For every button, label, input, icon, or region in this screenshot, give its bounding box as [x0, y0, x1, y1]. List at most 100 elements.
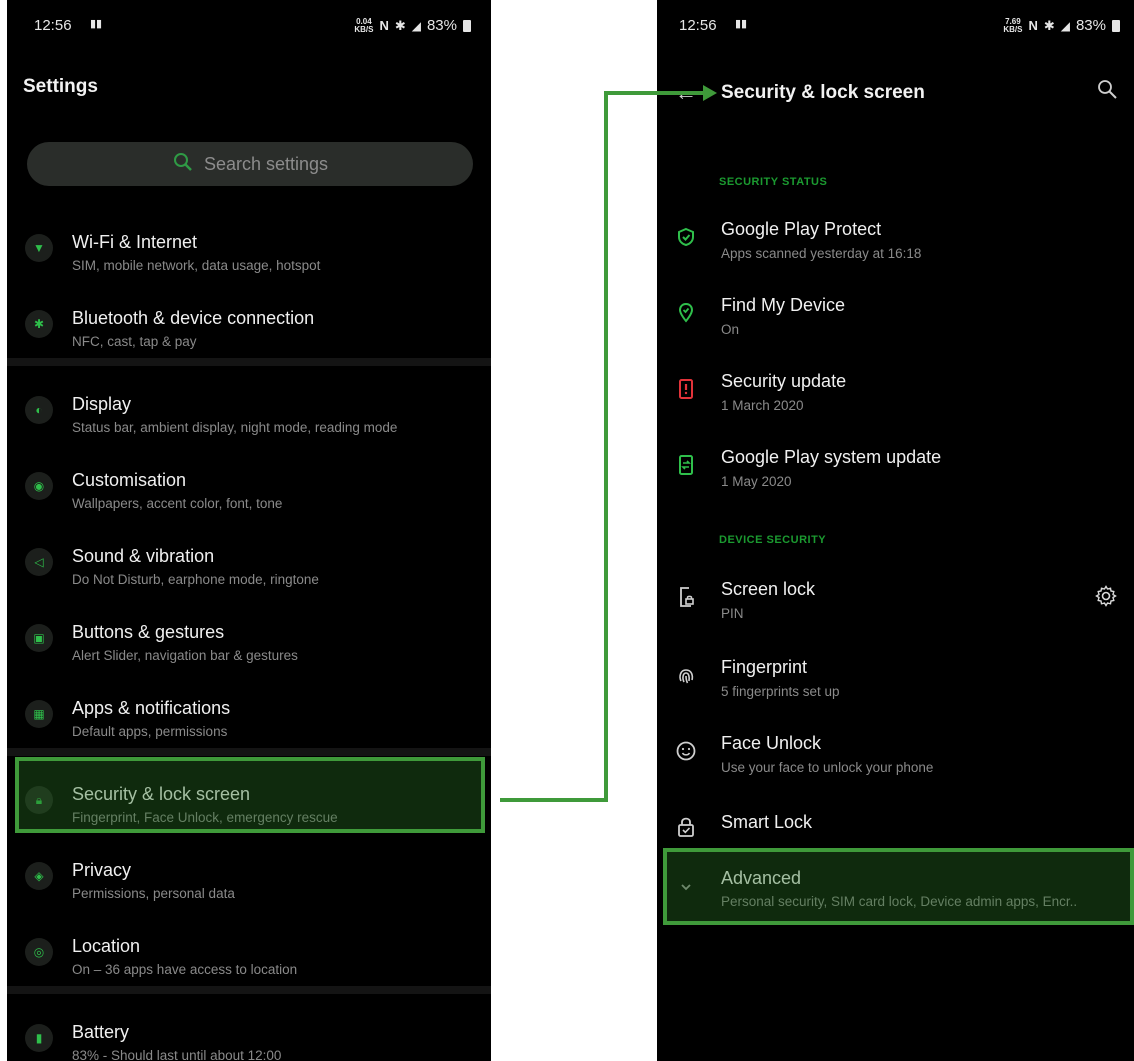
fingerprint-icon	[673, 662, 699, 688]
search-placeholder: Search settings	[203, 153, 329, 174]
gear-icon[interactable]	[1094, 584, 1118, 613]
item-title: Apps & notifications	[72, 698, 231, 718]
item-subtitle: SIM, mobile network, data usage, hotspot	[72, 258, 321, 273]
battery-percent: 83%	[1075, 17, 1106, 34]
status-time: 12:56	[679, 17, 717, 34]
search-input[interactable]: Search settings	[27, 142, 473, 186]
battery-icon: ▮	[25, 1024, 53, 1052]
item-subtitle: PIN	[721, 606, 744, 621]
item-subtitle: Do Not Disturb, earphone mode, ringtone	[72, 572, 319, 587]
display-icon: ◐	[25, 396, 53, 424]
status-bar: 12:56 ▮▮ 7.69 KB/S N ✱ ◢ 83%	[657, 14, 1134, 38]
divider	[7, 748, 491, 756]
item-title: Bluetooth & device connection	[72, 308, 315, 328]
section-header-device-security: DEVICE SECURITY	[719, 534, 827, 546]
item-subtitle: 1 March 2020	[721, 398, 804, 413]
item-title: Wi-Fi & Internet	[72, 232, 198, 252]
status-indicators: 7.69 KB/S N ✱ ◢ 83%	[1003, 17, 1120, 34]
status-time: 12:56	[34, 17, 72, 34]
bluetooth-status-icon: ✱	[1043, 17, 1055, 33]
item-title: Fingerprint	[721, 657, 808, 677]
item-subtitle: Default apps, permissions	[72, 724, 228, 739]
app-bar: ← Security & lock screen	[657, 76, 1134, 112]
shield-check-icon	[673, 224, 699, 250]
battery-status-icon	[463, 19, 471, 32]
smart-lock-icon	[673, 814, 699, 840]
face-icon	[673, 738, 699, 764]
item-subtitle: 1 May 2020	[721, 474, 792, 489]
item-subtitle: On	[721, 322, 740, 337]
item-title: Security update	[721, 371, 847, 391]
page-title: Settings	[23, 76, 98, 97]
item-title: Find My Device	[721, 295, 846, 315]
item-find-my-device[interactable]: Find My Device On	[657, 286, 1134, 350]
page-title: Security & lock screen	[721, 82, 925, 103]
settings-item-wifi[interactable]: ▼ Wi-Fi & Internet SIM, mobile network, …	[7, 220, 491, 284]
item-title: Screen lock	[721, 579, 816, 599]
item-title: Sound & vibration	[72, 546, 215, 566]
item-subtitle: On – 36 apps have access to location	[72, 962, 298, 977]
speaker-icon: ◁	[25, 548, 53, 576]
item-subtitle: 83% - Should last until about 12:00	[72, 1048, 282, 1061]
location-pin-icon	[673, 300, 699, 326]
settings-item-bluetooth[interactable]: ✱ Bluetooth & device connection NFC, cas…	[7, 296, 491, 360]
network-speed: 7.69 KB/S	[1003, 16, 1023, 34]
nfc-icon: N	[1028, 18, 1038, 33]
phone-alert-icon	[673, 376, 699, 402]
phone-sync-icon	[673, 452, 699, 478]
settings-screen: 12:56 ▮▮ 0.04 KB/S N ✱ ◢ 83% Settings Sea…	[7, 0, 491, 1061]
item-title: Google Play system update	[721, 447, 942, 467]
settings-item-apps[interactable]: ▦ Apps & notifications Default apps, per…	[7, 686, 491, 750]
settings-item-display[interactable]: ◐ Display Status bar, ambient display, n…	[7, 382, 491, 446]
bluetooth-status-icon: ✱	[394, 17, 406, 33]
settings-item-sound[interactable]: ◁ Sound & vibration Do Not Disturb, earp…	[7, 534, 491, 598]
settings-item-privacy[interactable]: ◈ Privacy Permissions, personal data	[7, 848, 491, 912]
item-title: Smart Lock	[721, 812, 813, 832]
highlight-advanced-item	[663, 848, 1134, 925]
item-title: Display	[72, 394, 132, 414]
settings-item-customisation[interactable]: ◉ Customisation Wallpapers, accent color…	[7, 458, 491, 522]
settings-item-battery[interactable]: ▮ Battery 83% - Should last until about …	[7, 1010, 491, 1061]
item-subtitle: Alert Slider, navigation bar & gestures	[72, 648, 298, 663]
item-google-play-system-update[interactable]: Google Play system update 1 May 2020	[657, 438, 1134, 502]
wifi-icon: ▼	[25, 234, 53, 262]
battery-percent: 83%	[426, 17, 457, 34]
item-face-unlock[interactable]: Face Unlock Use your face to unlock your…	[657, 724, 1134, 788]
battery-status-icon	[1112, 19, 1120, 32]
screen-lock-icon	[673, 584, 699, 610]
gesture-icon: ▣	[25, 624, 53, 652]
status-bar: 12:56 ▮▮ 0.04 KB/S N ✱ ◢ 83%	[7, 14, 491, 38]
item-subtitle: Status bar, ambient display, night mode,…	[72, 420, 398, 435]
settings-item-buttons[interactable]: ▣ Buttons & gestures Alert Slider, navig…	[7, 610, 491, 674]
item-title: Customisation	[72, 470, 187, 490]
item-title: Google Play Protect	[721, 219, 882, 239]
cell-signal-icon: ◢	[411, 18, 421, 33]
item-screen-lock[interactable]: Screen lock PIN	[657, 570, 1134, 634]
divider	[7, 986, 491, 994]
item-subtitle: NFC, cast, tap & pay	[72, 334, 197, 349]
item-google-play-protect[interactable]: Google Play Protect Apps scanned yesterd…	[657, 210, 1134, 274]
shield-icon: ◈	[25, 862, 53, 890]
item-title: Location	[72, 936, 141, 956]
item-title: Battery	[72, 1022, 130, 1042]
item-subtitle: Use your face to unlock your phone	[721, 760, 934, 775]
item-subtitle: 5 fingerprints set up	[721, 684, 840, 699]
item-subtitle: Apps scanned yesterday at 16:18	[721, 246, 922, 261]
highlight-security-item	[15, 757, 485, 833]
back-arrow-icon[interactable]: ←	[675, 80, 697, 106]
nfc-icon: N	[379, 18, 389, 33]
search-icon[interactable]	[1096, 78, 1120, 107]
divider	[7, 358, 491, 366]
palette-icon: ◉	[25, 472, 53, 500]
item-subtitle: Wallpapers, accent color, font, tone	[72, 496, 283, 511]
item-security-update[interactable]: Security update 1 March 2020	[657, 362, 1134, 426]
bluetooth-icon: ✱	[25, 310, 53, 338]
section-header-security-status: SECURITY STATUS	[719, 176, 828, 188]
item-title: Face Unlock	[721, 733, 822, 753]
item-fingerprint[interactable]: Fingerprint 5 fingerprints set up	[657, 648, 1134, 712]
signal-icon: ▮▮	[735, 18, 748, 30]
item-subtitle: Permissions, personal data	[72, 886, 235, 901]
cell-signal-icon: ◢	[1060, 18, 1070, 33]
settings-item-location[interactable]: ◎ Location On – 36 apps have access to l…	[7, 924, 491, 988]
item-title: Buttons & gestures	[72, 622, 225, 642]
